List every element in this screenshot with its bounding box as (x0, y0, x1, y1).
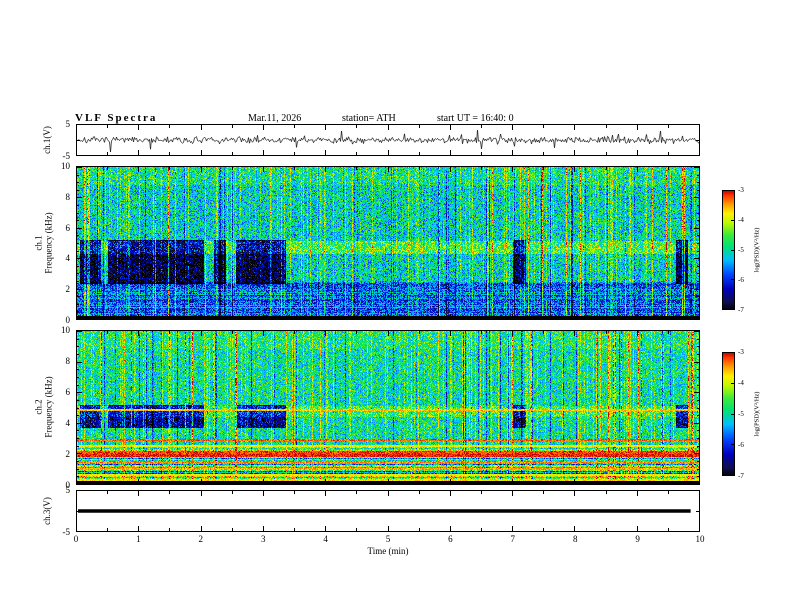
x-tick-label: 4 (323, 534, 328, 544)
ch2-frequency-label: Frequency (kHz) (44, 376, 54, 438)
x-tick-label: 10 (695, 534, 705, 544)
ch1-waveform-plot (76, 124, 700, 156)
ch3-waveform-ylabel: ch.3(V) (41, 497, 52, 525)
cbar1-tick-label: -5 (738, 246, 744, 254)
x-tick-label: 8 (572, 534, 578, 544)
colorbar-ch1-label: log(PSD)(V²/Hz) (753, 227, 761, 273)
ch2-channel-label: ch.2 (33, 399, 44, 415)
ch1-spectrogram-plot (76, 166, 700, 320)
cbar1-tick-label: -7 (738, 306, 744, 314)
figure-start-ut: start UT = 16:40: 0 (437, 113, 514, 124)
cbar2-tick-label: -4 (738, 379, 744, 387)
cbar1-tick-label: -6 (738, 276, 744, 284)
ch3-waveform-plot (76, 490, 700, 532)
figure-date: Mar.11, 2026 (248, 113, 302, 124)
spec2-freq-tick-label: 6 (65, 387, 71, 397)
spec2-freq-tick-label: 4 (65, 418, 71, 428)
x-tick-label: 3 (260, 534, 266, 544)
cbar1-tick-label: -4 (738, 216, 744, 224)
ch1-channel-label: ch.1 (33, 235, 44, 251)
spec2-freq-tick-label: 10 (61, 325, 70, 335)
ch2-spectrogram-plot (76, 330, 700, 485)
cbar2-tick-label: -3 (738, 348, 744, 356)
spec2-freq-tick-label: 2 (65, 449, 71, 459)
x-tick-label: 6 (448, 534, 453, 544)
x-tick-label: 5 (385, 534, 391, 544)
ch2-spectrogram-ylabel: ch.2 Frequency (kHz) (34, 376, 55, 437)
colorbar-ch2-label: log(PSD)(V²/Hz) (753, 391, 761, 437)
x-tick-label: 7 (510, 534, 516, 544)
colorbar-ch1 (722, 190, 735, 310)
wave1-y-tick-label: 5 (65, 119, 71, 129)
spec1-freq-tick-label: 2 (65, 284, 71, 295)
spec1-freq-tick-label: 10 (61, 161, 70, 171)
figure-station: station= ATH (342, 113, 396, 124)
colorbar-ch2 (722, 352, 735, 476)
cbar2-tick-label: -7 (738, 472, 744, 480)
cbar2-tick-label: -6 (738, 441, 744, 449)
ch1-frequency-label: Frequency (kHz) (44, 212, 54, 274)
spec2-freq-tick-label: 8 (65, 356, 71, 366)
ch1-waveform-ylabel: ch.1(V) (41, 126, 52, 154)
wave3-y-tick-label: -5 (62, 527, 71, 537)
wave1-y-tick-label: -5 (62, 151, 71, 161)
vlf-spectra-figure: VLF Spectra Mar.11, 2026 station= ATH st… (0, 0, 792, 612)
wave3-y-tick-label: 5 (65, 485, 71, 495)
cbar1-tick-label: -3 (738, 186, 744, 194)
x-tick-label: 2 (198, 534, 204, 544)
x-tick-label: 1 (136, 534, 141, 544)
spec1-freq-tick-label: 6 (65, 222, 71, 233)
ch1-spectrogram-ylabel: ch.1 Frequency (kHz) (34, 212, 55, 273)
spec1-freq-tick-label: 0 (65, 315, 71, 325)
time-axis-label: Time (min) (367, 546, 409, 556)
x-tick-label: 9 (635, 534, 640, 544)
spec1-freq-tick-label: 8 (65, 191, 71, 202)
figure-title: VLF Spectra (75, 112, 158, 124)
spec1-freq-tick-label: 4 (65, 253, 71, 264)
cbar2-tick-label: -5 (738, 410, 744, 418)
